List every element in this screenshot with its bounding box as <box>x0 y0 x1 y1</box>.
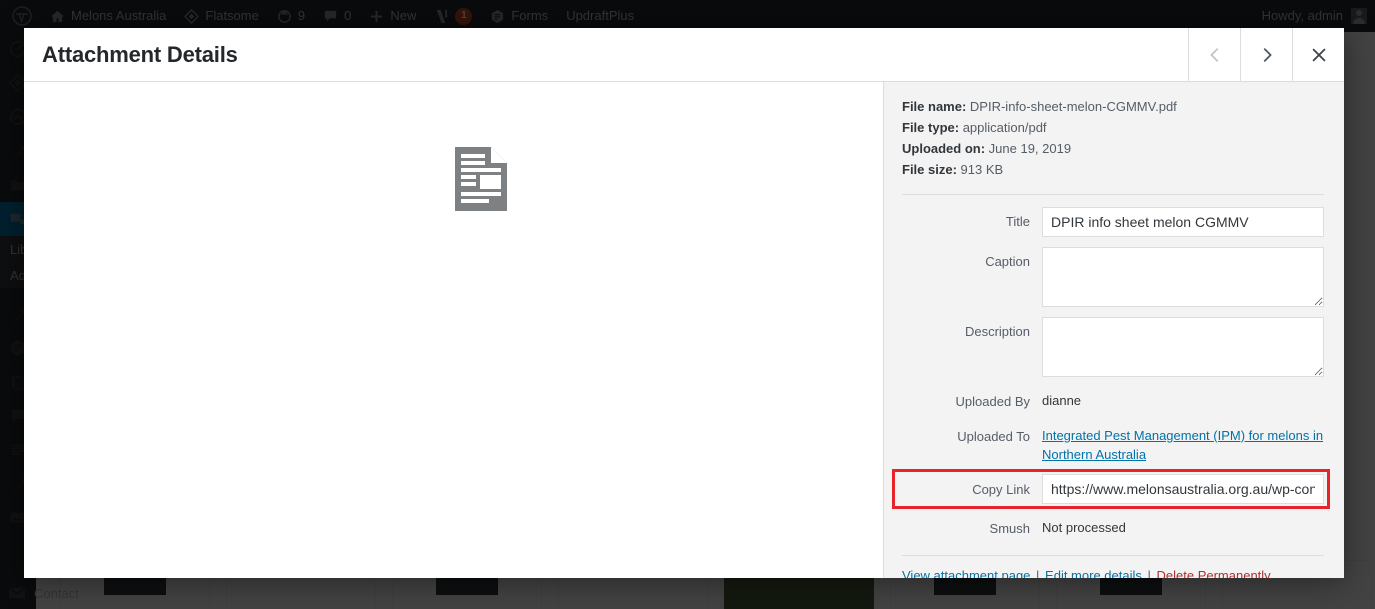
uploaded-on-label: Uploaded on: <box>902 141 986 157</box>
file-size-row: File size: 913 KB <box>902 159 1324 180</box>
smush-value: Not processed <box>1042 520 1126 536</box>
file-type-label: File type: <box>902 120 960 136</box>
attachment-details-pane: File name: DPIR-info-sheet-melon-CGMMV.p… <box>884 82 1344 578</box>
description-control <box>1042 317 1324 378</box>
uploaded-to-link[interactable]: Integrated Pest Management (IPM) for mel… <box>1042 428 1323 462</box>
smush-field-row: Smush Not processed <box>894 514 1324 539</box>
page-title: Attachment Details <box>42 41 238 67</box>
description-field-row: Description <box>894 317 1324 378</box>
copy-link-control <box>1042 474 1324 505</box>
uploaded-by-value: dianne <box>1042 393 1082 409</box>
divider <box>902 554 1324 556</box>
title-label: Title <box>1005 214 1030 230</box>
copy-link-field-row: Copy Link <box>892 469 1330 510</box>
uploaded-to-control: Integrated Pest Management (IPM) for mel… <box>1042 422 1324 465</box>
modal-header-buttons <box>1188 28 1344 81</box>
caption-label: Caption <box>985 254 1030 270</box>
close-modal-button[interactable] <box>1292 28 1344 81</box>
uploaded-by-label: Uploaded By <box>955 394 1030 410</box>
chevron-left-icon <box>1206 46 1224 64</box>
modal-body: File name: DPIR-info-sheet-melon-CGMMV.p… <box>24 82 1344 578</box>
file-size-label: File size: <box>902 162 957 178</box>
file-size-value: 913 KB <box>960 162 1004 178</box>
next-attachment-button[interactable] <box>1240 28 1292 81</box>
chevron-right-icon <box>1258 46 1276 64</box>
uploaded-on-row: Uploaded on: June 19, 2019 <box>902 138 1324 159</box>
file-name-label: File name: <box>902 99 967 114</box>
description-textarea[interactable] <box>1042 317 1324 378</box>
pdf-document-icon <box>454 146 508 217</box>
prev-attachment-button[interactable] <box>1188 28 1240 81</box>
copy-link-label: Copy Link <box>972 482 1030 498</box>
attachment-actions: View attachment page | Edit more details… <box>894 568 1324 578</box>
close-icon <box>1310 46 1328 64</box>
file-type-value: application/pdf <box>962 120 1047 136</box>
file-name-row: File name: DPIR-info-sheet-melon-CGMMV.p… <box>902 96 1324 117</box>
delete-permanently-link[interactable]: Delete Permanently <box>1157 568 1271 578</box>
title-field-row: Title <box>894 207 1324 238</box>
modal-header: Attachment Details <box>24 28 1344 82</box>
caption-textarea[interactable] <box>1042 247 1324 308</box>
view-attachment-page-link[interactable]: View attachment page <box>902 568 1030 578</box>
title-control <box>1042 207 1324 238</box>
file-info-block: File name: DPIR-info-sheet-melon-CGMMV.p… <box>894 96 1324 180</box>
uploaded-on-value: June 19, 2019 <box>988 141 1072 157</box>
action-separator: | <box>1036 567 1040 578</box>
smush-label: Smush <box>989 521 1030 537</box>
file-type-row: File type: application/pdf <box>902 117 1324 138</box>
title-input[interactable] <box>1042 207 1324 238</box>
copy-link-input[interactable] <box>1042 474 1324 505</box>
description-label: Description <box>964 324 1030 340</box>
edit-more-details-link[interactable]: Edit more details <box>1045 568 1142 578</box>
caption-control <box>1042 247 1324 308</box>
uploaded-to-label: Uploaded To <box>957 428 1030 444</box>
divider <box>902 194 1324 196</box>
action-separator: | <box>1147 567 1151 578</box>
uploaded-by-field-row: Uploaded By dianne <box>894 387 1324 412</box>
uploaded-to-field-row: Uploaded To Integrated Pest Management (… <box>894 422 1324 465</box>
file-name-value: DPIR-info-sheet-melon-CGMMV.pdf <box>969 99 1177 114</box>
attachment-details-modal: Attachment Details File name: DPIR-info-… <box>24 28 1344 578</box>
attachment-preview-pane <box>24 82 884 578</box>
caption-field-row: Caption <box>894 247 1324 308</box>
